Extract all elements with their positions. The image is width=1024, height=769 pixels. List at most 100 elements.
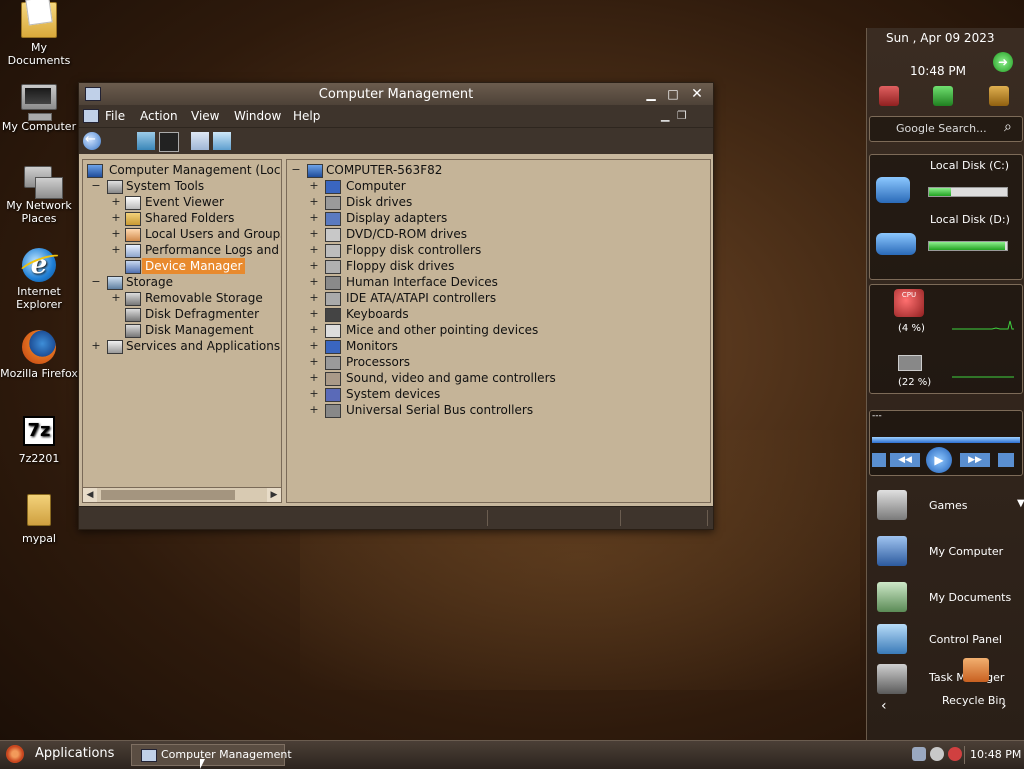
dock-item-my-computer[interactable]: My Computer (877, 536, 1021, 570)
arrow-right-icon[interactable]: ➜ (993, 52, 1013, 72)
desktop-icon-firefox[interactable]: Mozilla Firefox (0, 330, 78, 380)
dropdown-arrow-icon[interactable]: ▼ (1017, 498, 1024, 509)
tree-horizontal-scrollbar[interactable]: ◀ ▶ (82, 487, 282, 503)
recycle-bin-label[interactable]: Recycle Bin (942, 694, 1005, 707)
dock-prev-arrow-icon[interactable]: ‹ (881, 698, 887, 714)
expand-toggle[interactable]: + (111, 290, 121, 306)
standby-icon[interactable] (989, 86, 1009, 106)
up-one-level-icon[interactable] (137, 132, 155, 150)
window-titlebar[interactable]: Computer Management ▁ □ ✕ (79, 83, 713, 105)
tree-item-label: Storage (126, 275, 173, 289)
google-search-box[interactable]: Google Search... ⌕ (869, 116, 1023, 142)
show-hide-tree-icon[interactable] (159, 132, 179, 152)
expand-toggle[interactable]: + (91, 338, 101, 354)
expand-toggle[interactable]: + (309, 210, 319, 226)
dock-item-task-manager[interactable]: Task Manager (877, 658, 1021, 698)
child-restore-button[interactable]: ❐ (677, 109, 687, 122)
collapse-toggle[interactable]: − (291, 162, 301, 178)
scroll-right-arrow-icon[interactable]: ▶ (267, 488, 281, 502)
expand-toggle[interactable]: + (309, 226, 319, 242)
disk-d-usage-bar (928, 241, 1008, 251)
desktop-icon-label: mypal (21, 532, 56, 545)
desktop-icon-my-documents[interactable]: My Documents (0, 2, 78, 67)
previous-icon[interactable]: ◀◀ (890, 453, 920, 467)
search-icon[interactable]: ⌕ (1004, 119, 1012, 135)
7zip-icon: 7z (23, 416, 55, 446)
dock-item-control-panel[interactable]: Control Panel (877, 624, 1021, 658)
search-placeholder: Google Search... (896, 122, 987, 135)
expand-toggle[interactable]: + (309, 178, 319, 194)
dock-next-arrow-icon[interactable]: › (1001, 698, 1007, 714)
console-icon[interactable] (83, 109, 99, 123)
scrollbar-thumb[interactable] (101, 490, 235, 500)
expand-toggle[interactable]: + (111, 210, 121, 226)
play-icon[interactable]: ▶ (926, 447, 952, 473)
sidebar-date: Sun , Apr 09 2023 (886, 31, 995, 45)
expand-toggle[interactable]: + (309, 258, 319, 274)
menu-window[interactable]: Window (234, 109, 281, 123)
expand-toggle[interactable]: + (309, 386, 319, 402)
device-category-icon (325, 196, 341, 210)
disk-d-label: Local Disk (D:) (930, 213, 1010, 226)
device-root-label: COMPUTER-563F82 (326, 163, 443, 177)
expand-toggle[interactable]: + (309, 290, 319, 306)
now-playing-text: --- (872, 411, 882, 421)
steam-tray-icon[interactable] (930, 747, 944, 761)
expand-toggle[interactable]: + (309, 354, 319, 370)
desktop-icon-my-network-places[interactable]: My Network Places (0, 166, 78, 225)
expand-toggle[interactable]: + (309, 402, 319, 418)
tree-item-label: Local Users and Groups (145, 227, 282, 241)
child-minimize-button[interactable]: ▁ (661, 109, 669, 122)
desktop-icon-7z2201[interactable]: 7z 7z2201 (0, 416, 78, 465)
ram-usage-label: (22 %) (898, 377, 932, 388)
console-tree[interactable]: Computer Management (Local − System Tool… (82, 159, 282, 503)
minimize-button[interactable]: ▁ (643, 86, 659, 102)
expand-toggle[interactable]: + (111, 194, 121, 210)
device-category-label: Universal Serial Bus controllers (346, 403, 534, 417)
action-pane-icon[interactable] (213, 132, 231, 150)
menu-help[interactable]: Help (293, 109, 320, 123)
device-category-label: Mice and other pointing devices (346, 323, 539, 337)
scroll-left-arrow-icon[interactable]: ◀ (83, 488, 97, 502)
recycle-bin-icon[interactable] (963, 658, 989, 682)
restart-icon[interactable] (933, 86, 953, 106)
dock-item-games[interactable]: Games ▼ (877, 490, 1024, 524)
eject-icon[interactable] (998, 453, 1014, 467)
device-list-pane[interactable]: − COMPUTER-563F82 + Computer + Disk drives +… (286, 159, 711, 503)
power-off-icon[interactable] (879, 86, 899, 106)
maximize-button[interactable]: □ (665, 86, 681, 102)
expand-toggle[interactable]: + (309, 194, 319, 210)
network-tray-icon[interactable] (912, 747, 926, 761)
seek-bar[interactable] (872, 437, 1020, 443)
collapse-toggle[interactable]: − (91, 274, 101, 290)
desktop-icon-internet-explorer[interactable]: e Internet Explorer (0, 248, 78, 311)
expand-toggle[interactable]: + (309, 306, 319, 322)
back-arrow-icon[interactable] (83, 132, 101, 150)
desktop-icon-my-computer[interactable]: My Computer (0, 84, 78, 133)
expand-toggle[interactable]: + (309, 370, 319, 386)
desktop-icon-mypal[interactable]: mypal (0, 494, 78, 545)
disk-d-usage-fill (929, 242, 1005, 250)
taskbar-button-computer-management[interactable]: Computer Management (131, 744, 292, 766)
tray-separator (964, 746, 965, 764)
menu-view[interactable]: View (191, 109, 219, 123)
dock-item-my-documents[interactable]: My Documents (877, 582, 1021, 616)
expand-toggle[interactable]: + (309, 242, 319, 258)
cpu-ram-gadget: CPU (4 %) (22 %) (869, 284, 1023, 394)
close-button[interactable]: ✕ (689, 86, 705, 102)
expand-toggle[interactable]: + (309, 274, 319, 290)
help-icon[interactable] (191, 132, 209, 150)
menu-action[interactable]: Action (140, 109, 178, 123)
security-alert-tray-icon[interactable] (948, 747, 962, 761)
device-category-label: Floppy disk drives (346, 259, 455, 273)
collapse-toggle[interactable]: − (91, 178, 101, 194)
expand-toggle[interactable]: + (111, 242, 121, 258)
next-icon[interactable]: ▶▶ (960, 453, 990, 467)
menu-file[interactable]: File (105, 109, 125, 123)
expand-toggle[interactable]: + (309, 338, 319, 354)
taskbar-clock[interactable]: 10:48 PM (970, 748, 1021, 761)
stop-icon[interactable] (872, 453, 886, 467)
ubuntu-logo-icon (6, 745, 24, 763)
expand-toggle[interactable]: + (309, 322, 319, 338)
expand-toggle[interactable]: + (111, 226, 121, 242)
